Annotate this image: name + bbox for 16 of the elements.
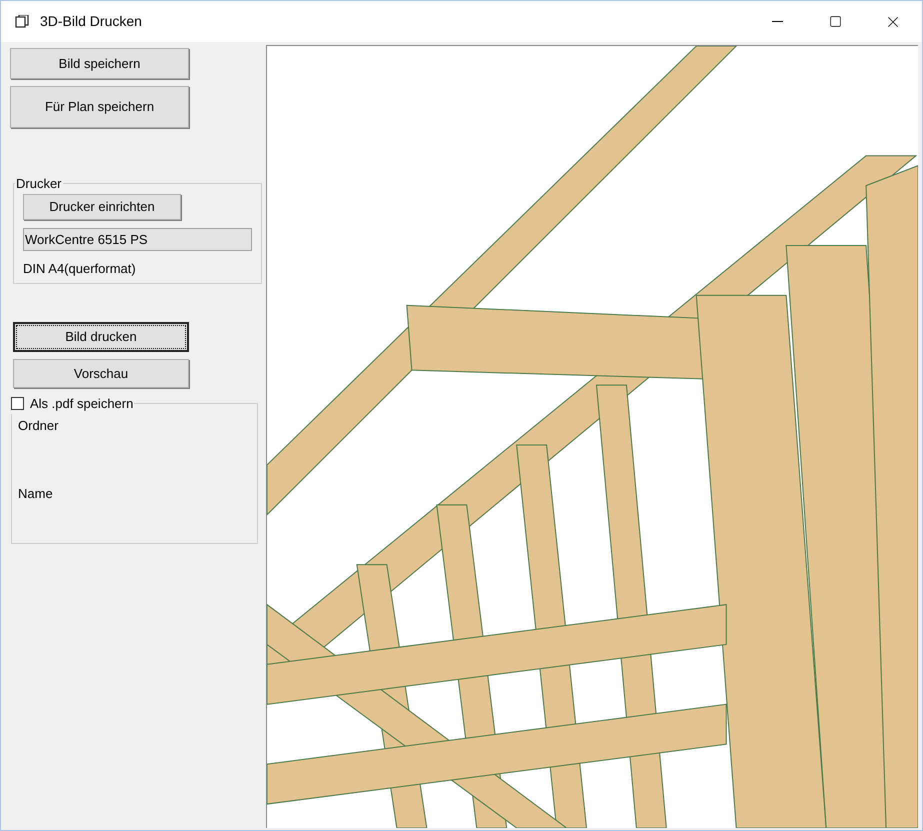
maximize-icon [828, 15, 842, 28]
printer-name-field: WorkCentre 6515 PS [23, 228, 252, 250]
push-button[interactable]: Für Plan speichern [10, 86, 189, 128]
folder-label: Ordner [18, 416, 60, 434]
group-label: Drucker [15, 175, 63, 193]
pdf-checkbox[interactable] [11, 397, 24, 410]
push-button[interactable]: Bild drucken [13, 322, 189, 352]
paper-format-label: DIN A4(querformat) [23, 260, 137, 278]
push-button[interactable]: Vorschau [13, 359, 189, 388]
push-button[interactable]: Bild speichern [10, 48, 189, 79]
name-label: Name [18, 485, 54, 503]
minimize-icon [772, 21, 782, 22]
window-icon [15, 14, 31, 28]
checkbox-label: Als .pdf speichern [30, 395, 134, 413]
printer-setup-button[interactable]: Drucker einrichten [23, 194, 181, 220]
window-title: 3D-Bild Drucken [40, 12, 142, 31]
